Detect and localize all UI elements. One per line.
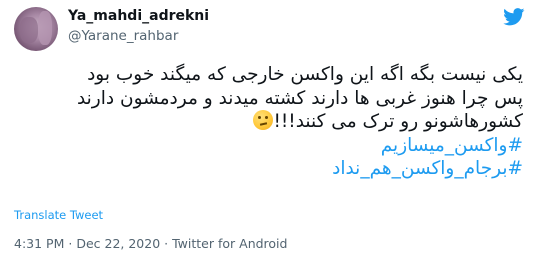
display-name[interactable]: Ya_mahdi_adrekni [68,8,209,24]
avatar[interactable] [14,7,58,51]
tweet-line-1: یکی نیست بگه اگه این واکسن خارجی که میگن… [87,64,523,85]
meta-separator: · [164,236,169,251]
avatar-shade [20,17,38,43]
hashtag-link-2[interactable]: #برجام_واکسن_هم_نداد [23,157,523,181]
tweet-line-2: پس چرا هنوز غربی ها دارند کشته میدند و م… [76,87,523,109]
tweet-text: یکی نیست بگه اگه این واکسن خارجی که میگن… [23,63,523,181]
twitter-bird-icon[interactable] [503,8,525,26]
tweet-meta: 4:31 PM · Dec 22, 2020 · Twitter for And… [14,236,287,251]
tweet-source[interactable]: Twitter for Android [172,236,287,251]
tweet-date[interactable]: Dec 22, 2020 [76,236,160,251]
tweet-time[interactable]: 4:31 PM [14,236,64,251]
thinking-face-icon [253,110,274,130]
tweet-line-3-text: کشورهاشونو رو ترک می کنند!!! [273,111,523,132]
user-handle[interactable]: @Yarane_rahbar [68,28,178,44]
tweet-line-3: کشورهاشونو رو ترک می کنند!!! [23,110,523,134]
hashtag-link-1[interactable]: #واکسن_میسازیم [23,134,523,158]
avatar-shade-2 [38,11,52,45]
translate-tweet-link[interactable]: Translate Tweet [14,208,103,222]
meta-separator: · [68,236,73,251]
tweet-card: Ya_mahdi_adrekni @Yarane_rahbar یکی نیست… [0,0,539,266]
